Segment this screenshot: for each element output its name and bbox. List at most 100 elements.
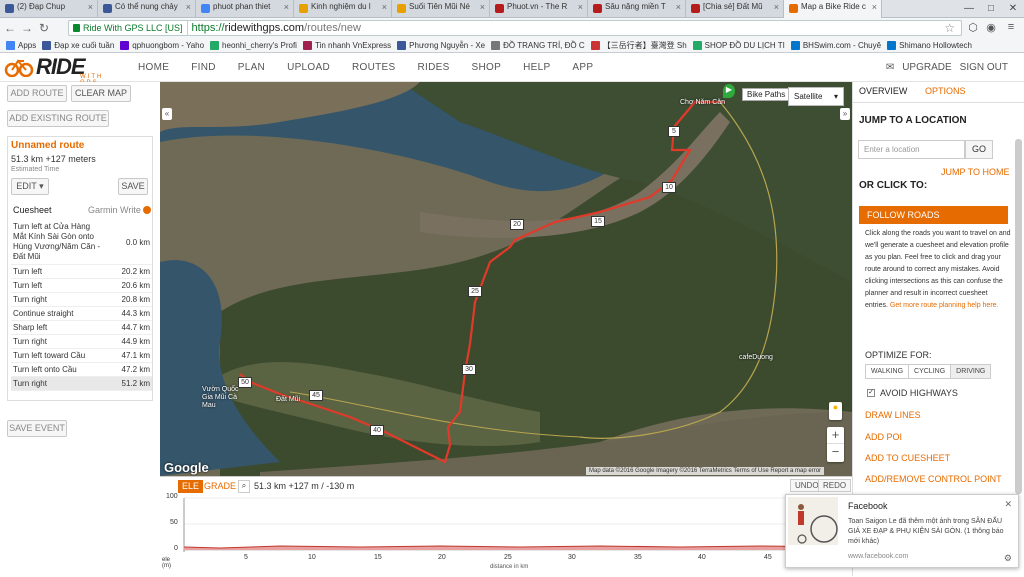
bookmark-item[interactable]: ĐỒ TRANG TRÍ, ĐỒ C [491,40,585,50]
browser-tab[interactable]: (2) Đạp Chup × [0,0,98,17]
mail-icon[interactable]: ✉ [886,62,894,73]
bike-paths-toggle[interactable]: Bike Paths [742,88,791,101]
browser-tab[interactable]: phuot phan thiet × [196,0,294,17]
close-tab-icon[interactable]: × [382,2,387,12]
bookmark-item[interactable]: Apps [6,40,36,50]
mode-driving[interactable]: DRIVING [950,364,992,379]
close-tab-icon[interactable]: × [774,2,779,12]
cue-row[interactable]: Turn left 20.6 km [11,279,152,293]
menu-icon[interactable]: ≡ [1004,21,1018,35]
site-logo[interactable]: RIDE WITH GPS [4,56,101,86]
add-poi-link[interactable]: ADD POI [865,432,902,442]
cue-row[interactable]: Turn right 44.9 km [11,335,152,349]
cue-row[interactable]: Turn right 20.8 km [11,293,152,307]
signout-link[interactable]: SIGN OUT [960,62,1008,73]
gear-icon[interactable]: ⚙ [1004,553,1012,564]
avoid-highways-checkbox[interactable]: ✓ AVOID HIGHWAYS [867,388,958,398]
edit-dropdown-button[interactable]: EDIT ▾ [11,178,49,195]
close-tab-icon[interactable]: × [88,2,93,12]
estimated-time-label[interactable]: Estimated Time [11,166,59,173]
close-tab-icon[interactable]: × [872,2,877,12]
collapse-left-icon[interactable]: « [162,108,172,120]
nav-app[interactable]: APP [572,62,593,73]
nav-routes[interactable]: ROUTES [352,62,395,73]
bookmark-star-icon[interactable]: ☆ [944,21,955,35]
nav-upload[interactable]: UPLOAD [287,62,330,73]
collapse-right-icon[interactable]: » [840,108,850,120]
cue-row[interactable]: Turn left onto Cầu 47.2 km [11,363,152,377]
street-view-pegman-icon[interactable]: ● [829,402,842,420]
control-point-link[interactable]: ADD/REMOVE CONTROL POINT [865,474,1002,484]
close-tab-icon[interactable]: × [578,2,583,12]
start-pin-icon[interactable]: ▶ [723,84,735,98]
clear-map-button[interactable]: CLEAR MAP [71,85,131,102]
draw-lines-link[interactable]: DRAW LINES [865,410,921,420]
bookmark-item[interactable]: SHOP ĐỒ DU LỊCH TI [692,40,785,50]
mode-cycling[interactable]: CYCLING [908,364,952,379]
nav-home[interactable]: HOME [138,62,169,73]
add-route-button[interactable]: ADD ROUTE [7,85,67,102]
garmin-write-link[interactable]: Garmin Write [88,205,151,215]
nav-help[interactable]: HELP [523,62,550,73]
go-button[interactable]: GO [965,140,993,159]
bookmark-item[interactable]: Tin nhanh VnExpress [302,40,391,50]
add-existing-route-button[interactable]: ADD EXISTING ROUTE [7,110,109,127]
extension-icon[interactable]: ◉ [984,21,998,35]
secure-badge[interactable]: Ride With GPS LLC [US] [69,21,188,35]
browser-tab[interactable]: Sâu nặng miền T × [588,0,686,17]
save-event-button[interactable]: SAVE EVENT [7,420,67,437]
nav-find[interactable]: FIND [191,62,216,73]
reload-icon[interactable]: ↻ [37,21,51,35]
minimize-icon[interactable]: — [958,0,980,17]
help-link[interactable]: Get more route planning help here. [890,302,999,309]
location-input[interactable]: Enter a location [858,140,965,159]
close-tab-icon[interactable]: × [284,2,289,12]
cue-row[interactable]: Sharp left 44.7 km [11,321,152,335]
map-attribution[interactable]: Map data ©2016 Google Imagery ©2016 Terr… [586,467,825,475]
nav-plan[interactable]: PLAN [238,62,265,73]
bookmark-item[interactable]: qphuongbom - Yaho [120,40,204,50]
map-canvas[interactable]: Chợ Năm Căn cafeDuong Vườn Quốc Gia Mũi … [160,82,852,476]
panel-scrollbar[interactable] [1015,139,1022,494]
nav-shop[interactable]: SHOP [472,62,502,73]
magnify-icon[interactable]: ⌕ [238,480,250,493]
url-bar[interactable]: Ride With GPS LLC [US] https://ridewithg… [68,20,962,36]
cue-row[interactable]: Turn left toward Cầu 47.1 km [11,349,152,363]
add-to-cuesheet-link[interactable]: ADD TO CUESHEET [865,453,950,463]
bookmark-item[interactable]: BHSwim.com - Chuyê [790,40,881,50]
redo-button[interactable]: REDO [818,479,852,492]
browser-tab[interactable]: [Chia sẻ] Đất Mũ × [686,0,784,17]
close-icon[interactable]: ✕ [1004,499,1012,510]
bookmark-item[interactable]: Phương Nguyễn - Xe [397,40,485,50]
upgrade-link[interactable]: UPGRADE [902,62,951,73]
browser-tab[interactable]: Suối Tiên Mũi Né × [392,0,490,17]
bookmark-item[interactable]: Đạp xe cuối tuần [42,40,114,50]
close-tab-icon[interactable]: × [480,2,485,12]
close-window-icon[interactable]: ✕ [1002,0,1024,17]
save-button[interactable]: SAVE [118,178,148,195]
back-arrow-icon[interactable]: ← [3,21,17,35]
cue-row[interactable]: Continue straight 44.3 km [11,307,152,321]
zoom-out-icon[interactable]: − [827,444,844,461]
route-name[interactable]: Unnamed route [11,140,84,151]
mode-walking[interactable]: WALKING [865,364,910,379]
bookmark-item[interactable]: heonhi_cherry's Profi [210,40,297,50]
cue-row[interactable]: Turn left 20.2 km [11,265,152,279]
maximize-icon[interactable]: □ [980,0,1002,17]
facebook-notification[interactable]: Facebook Toan Saigon Le đã thêm một ảnh … [785,494,1019,568]
map-type-select[interactable]: Satellite ▾ [788,87,844,106]
close-tab-icon[interactable]: × [676,2,681,12]
grade-tab[interactable]: GRADE [200,480,240,493]
nav-rides[interactable]: RIDES [417,62,449,73]
cue-row[interactable]: Turn left at Cửa Hàng Mắt Kính Sài Gòn o… [11,220,152,265]
browser-tab[interactable]: Có thể nung chảy × [98,0,196,17]
browser-tab-active[interactable]: Map a Bike Ride c × [784,0,882,18]
jump-home-link[interactable]: JUMP TO HOME [941,167,1010,177]
extension-icon[interactable]: ⬡ [966,21,980,35]
tab-overview[interactable]: OVERVIEW [859,86,907,96]
forward-arrow-icon[interactable]: → [20,21,34,35]
tab-options[interactable]: OPTIONS [925,86,966,96]
zoom-in-icon[interactable]: + [827,427,844,444]
browser-tab[interactable]: Kinh nghiệm du l × [294,0,392,17]
bookmark-item[interactable]: 【三岳行者】臺灣登 Sh [590,40,687,51]
